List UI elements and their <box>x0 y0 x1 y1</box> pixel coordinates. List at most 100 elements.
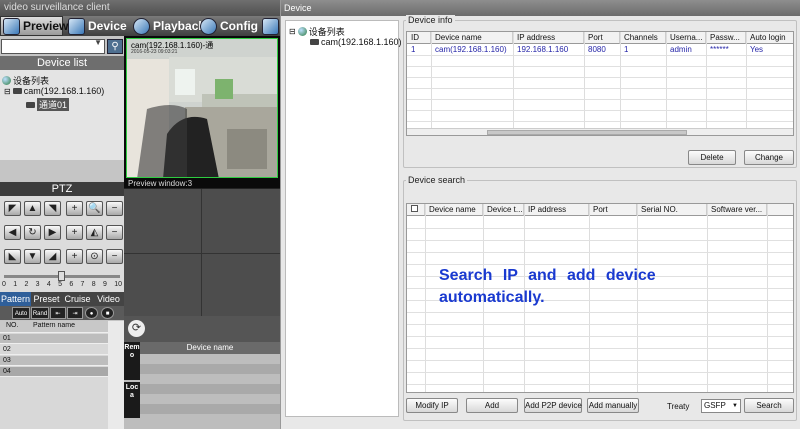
treaty-select[interactable]: GSFP ▼ <box>701 399 741 413</box>
globe-icon <box>2 76 11 85</box>
col-search-ip-address[interactable]: IP address <box>524 204 589 216</box>
speed-tick-label: 10 <box>114 281 122 288</box>
table-row[interactable]: 04 <box>0 367 108 377</box>
cell-device-name: cam(192.168.1.160) <box>435 45 507 54</box>
col-search-device-name[interactable]: Device name <box>425 204 483 216</box>
tab-preview-label: Preview <box>23 19 69 33</box>
table-row[interactable] <box>140 404 280 414</box>
col-channels[interactable]: Channels <box>620 32 666 44</box>
ptz-left-button[interactable]: ◀ <box>4 225 21 240</box>
subtab-pattern[interactable]: Pattern <box>0 292 31 306</box>
column-header-device-name: Device name <box>140 342 280 354</box>
ptz-up-right-button[interactable]: ◥ <box>44 201 61 216</box>
ptz-right-button[interactable]: ▶ <box>44 225 61 240</box>
ptz-down-left-button[interactable]: ◣ <box>4 249 21 264</box>
ptz-speed-slider-knob[interactable] <box>58 271 65 281</box>
search-button[interactable]: Search <box>744 398 794 413</box>
iris-icon: ⊙ <box>86 249 103 264</box>
iris-open-button[interactable]: + <box>66 249 83 264</box>
grid-line <box>407 121 793 122</box>
tree-channel[interactable]: 通道01 <box>26 98 70 111</box>
table-row[interactable]: 02 <box>0 345 108 355</box>
add-manually-button[interactable]: Add manually <box>587 398 639 413</box>
table-row[interactable] <box>140 384 280 394</box>
table-row[interactable]: 01 <box>0 334 108 344</box>
collapse-icon: ⊟ <box>289 27 296 36</box>
col-port[interactable]: Port <box>584 32 620 44</box>
next-button[interactable]: ⇥ <box>67 307 83 319</box>
tab-more[interactable] <box>260 16 280 36</box>
preview-grid-empty[interactable] <box>124 188 280 317</box>
col-no: NO. <box>6 322 19 329</box>
col-serial-no[interactable]: Serial NO. <box>637 204 707 216</box>
ptz-auto-button[interactable]: ↻ <box>24 225 41 240</box>
grid-line <box>407 99 793 100</box>
tab-local[interactable]: Loca <box>124 382 140 418</box>
ptz-up-button[interactable]: ▲ <box>24 201 41 216</box>
col-username[interactable]: Userna... <box>666 32 706 44</box>
select-all-checkbox[interactable] <box>411 205 418 212</box>
modify-ip-button[interactable]: Modify IP <box>406 398 458 413</box>
speed-tick-label: 5 <box>58 281 62 288</box>
col-device-type[interactable]: Device t... <box>483 204 524 216</box>
device-search-input[interactable]: ▼ <box>1 38 105 54</box>
zoom-out-button[interactable]: − <box>106 201 123 216</box>
ptz-down-button[interactable]: ▼ <box>24 249 41 264</box>
dialog-tree-device[interactable]: cam(192.168.1.160) <box>310 37 402 47</box>
tab-device[interactable]: Device <box>66 16 128 36</box>
tab-remote[interactable]: Remo <box>124 342 140 380</box>
video-feed[interactable]: cam(192.168.1.160)-通 2016-05-23 09:03:21 <box>126 38 278 178</box>
film-icon <box>133 17 150 35</box>
delete-button[interactable]: Delete <box>688 150 736 165</box>
subtab-preset[interactable]: Preset <box>31 292 62 306</box>
add-p2p-device-button[interactable]: Add P2P device <box>524 398 582 413</box>
grid-line <box>407 372 793 373</box>
change-button[interactable]: Change <box>744 150 794 165</box>
table-row[interactable]: 03 <box>0 356 108 366</box>
col-device-name[interactable]: Device name <box>431 32 513 44</box>
auto-button[interactable]: Auto <box>12 307 30 319</box>
cell-id: 1 <box>411 45 416 54</box>
speed-tick-label: 3 <box>35 281 40 288</box>
tab-config[interactable]: Config <box>198 16 258 36</box>
more-icon <box>262 17 279 35</box>
speed-tick-label: 1 <box>13 281 18 288</box>
iris-close-button[interactable]: − <box>106 249 123 264</box>
rand-button[interactable]: Rand <box>31 307 49 319</box>
zoom-in-button[interactable]: + <box>66 201 83 216</box>
focus-in-button[interactable]: + <box>66 225 83 240</box>
dialog-title: Device <box>281 0 800 16</box>
tab-playback[interactable]: Playback <box>131 16 205 36</box>
row-no: 03 <box>3 357 11 364</box>
prev-button[interactable]: ⇤ <box>50 307 66 319</box>
table-row[interactable] <box>140 364 280 374</box>
add-button[interactable]: Add <box>466 398 518 413</box>
table-row[interactable]: 1 cam(192.168.1.160) 192.168.1.160 8080 … <box>407 44 793 55</box>
col-id[interactable]: ID <box>407 32 431 44</box>
scrollbar-thumb[interactable] <box>487 130 687 135</box>
col-ip-address[interactable]: IP address <box>513 32 584 44</box>
pattern-scrollbar[interactable] <box>108 321 124 429</box>
grid-line <box>407 360 793 361</box>
col-password[interactable]: Passw... <box>706 32 746 44</box>
dialog-tree-device-label: cam(192.168.1.160) <box>321 37 402 47</box>
record-button[interactable]: ● <box>85 307 98 319</box>
tab-preview[interactable]: Preview <box>0 16 68 36</box>
col-software-version[interactable]: Software ver... <box>707 204 767 216</box>
ptz-down-right-button[interactable]: ◢ <box>44 249 61 264</box>
camera-icon <box>3 17 20 35</box>
subtab-video[interactable]: Video <box>93 292 124 306</box>
col-search-port[interactable]: Port <box>589 204 637 216</box>
stop-button[interactable]: ■ <box>101 307 114 319</box>
grid-line <box>407 88 793 89</box>
grid-line <box>407 228 793 229</box>
horizontal-scrollbar[interactable] <box>407 128 793 135</box>
subtab-cruise[interactable]: Cruise <box>62 292 93 306</box>
preview-pane: cam(192.168.1.160)-通 2016-05-23 09:03:21… <box>124 36 280 188</box>
ptz-up-left-button[interactable]: ◤ <box>4 201 21 216</box>
refresh-icon[interactable]: ⟳ <box>128 320 145 337</box>
col-auto-login[interactable]: Auto login <box>746 32 793 44</box>
tree-device[interactable]: ⊟ cam(192.168.1.160) <box>4 86 104 96</box>
search-button[interactable]: ⚲ <box>107 39 123 54</box>
focus-out-button[interactable]: − <box>106 225 123 240</box>
